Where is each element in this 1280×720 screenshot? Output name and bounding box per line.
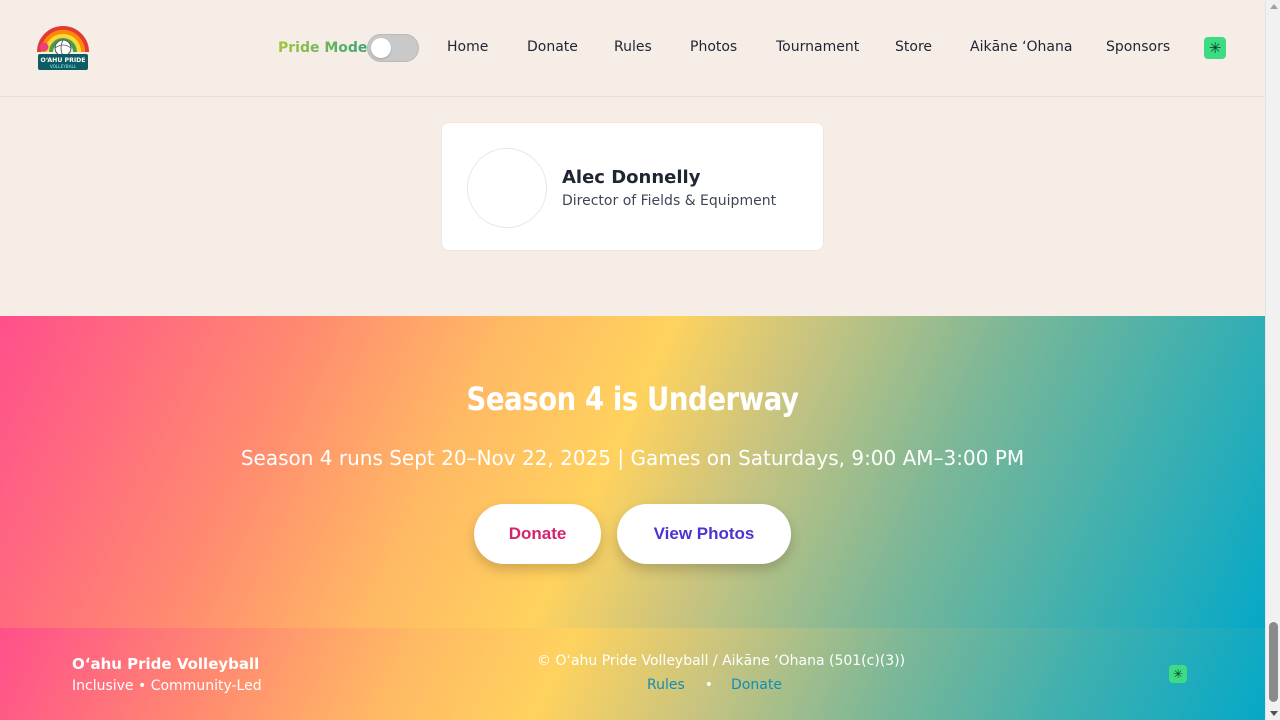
svg-text:VOLLEYBALL: VOLLEYBALL — [50, 64, 77, 69]
nav-sponsors[interactable]: Sponsors — [1106, 39, 1170, 55]
pride-mode-label: Pride Mode — [278, 40, 368, 56]
toggle-knob — [371, 38, 391, 58]
footer-linktree-icon[interactable]: ✳ — [1169, 665, 1187, 683]
site-header: OʻAHU PRIDE VOLLEYBALL Pride Mode Home D… — [0, 0, 1265, 97]
scrollbar-thumb[interactable] — [1269, 622, 1278, 702]
nav-home[interactable]: Home — [447, 39, 488, 55]
nav-tournament[interactable]: Tournament — [776, 39, 859, 55]
linktree-icon[interactable]: ✳ — [1204, 37, 1226, 59]
pride-mode-toggle[interactable] — [367, 34, 419, 62]
banner-subtitle: Season 4 runs Sept 20–Nov 22, 2025 | Gam… — [240, 446, 1025, 470]
nav-donate[interactable]: Donate — [527, 39, 578, 55]
scroll-up-arrow-icon[interactable] — [1270, 4, 1278, 9]
footer-tagline: Inclusive • Community-Led — [72, 678, 262, 694]
nav-rules[interactable]: Rules — [614, 39, 652, 55]
view-photos-button[interactable]: View Photos — [617, 504, 791, 564]
footer-copyright: © Oʻahu Pride Volleyball / Aikāne ʻOhana… — [537, 653, 906, 669]
season-banner: Season 4 is Underway Season 4 runs Sept … — [0, 316, 1265, 628]
footer-links: Rules • Donate — [647, 677, 782, 693]
team-member-card: Alec Donnelly Director of Fields & Equip… — [441, 122, 824, 251]
member-role: Director of Fields & Equipment — [562, 193, 777, 209]
member-name: Alec Donnelly — [562, 167, 701, 188]
logo-text: OʻAHU PRIDE — [40, 56, 85, 64]
footer-link-rules[interactable]: Rules — [647, 677, 685, 693]
nav-photos[interactable]: Photos — [690, 39, 737, 55]
banner-title: Season 4 is Underway — [466, 380, 799, 418]
footer-brand: Oʻahu Pride Volleyball — [72, 655, 260, 673]
nav-aikane-ohana[interactable]: Aikāne ʻOhana — [970, 39, 1072, 55]
page-scrollbar[interactable] — [1265, 0, 1280, 720]
footer-separator: • — [704, 677, 714, 693]
nav-store[interactable]: Store — [895, 39, 932, 55]
footer-link-donate[interactable]: Donate — [731, 677, 782, 693]
site-logo[interactable]: OʻAHU PRIDE VOLLEYBALL — [36, 22, 90, 72]
scroll-down-arrow-icon[interactable] — [1270, 711, 1278, 716]
avatar — [467, 148, 547, 228]
donate-button[interactable]: Donate — [474, 504, 601, 564]
site-footer: Oʻahu Pride Volleyball Inclusive • Commu… — [0, 628, 1265, 720]
